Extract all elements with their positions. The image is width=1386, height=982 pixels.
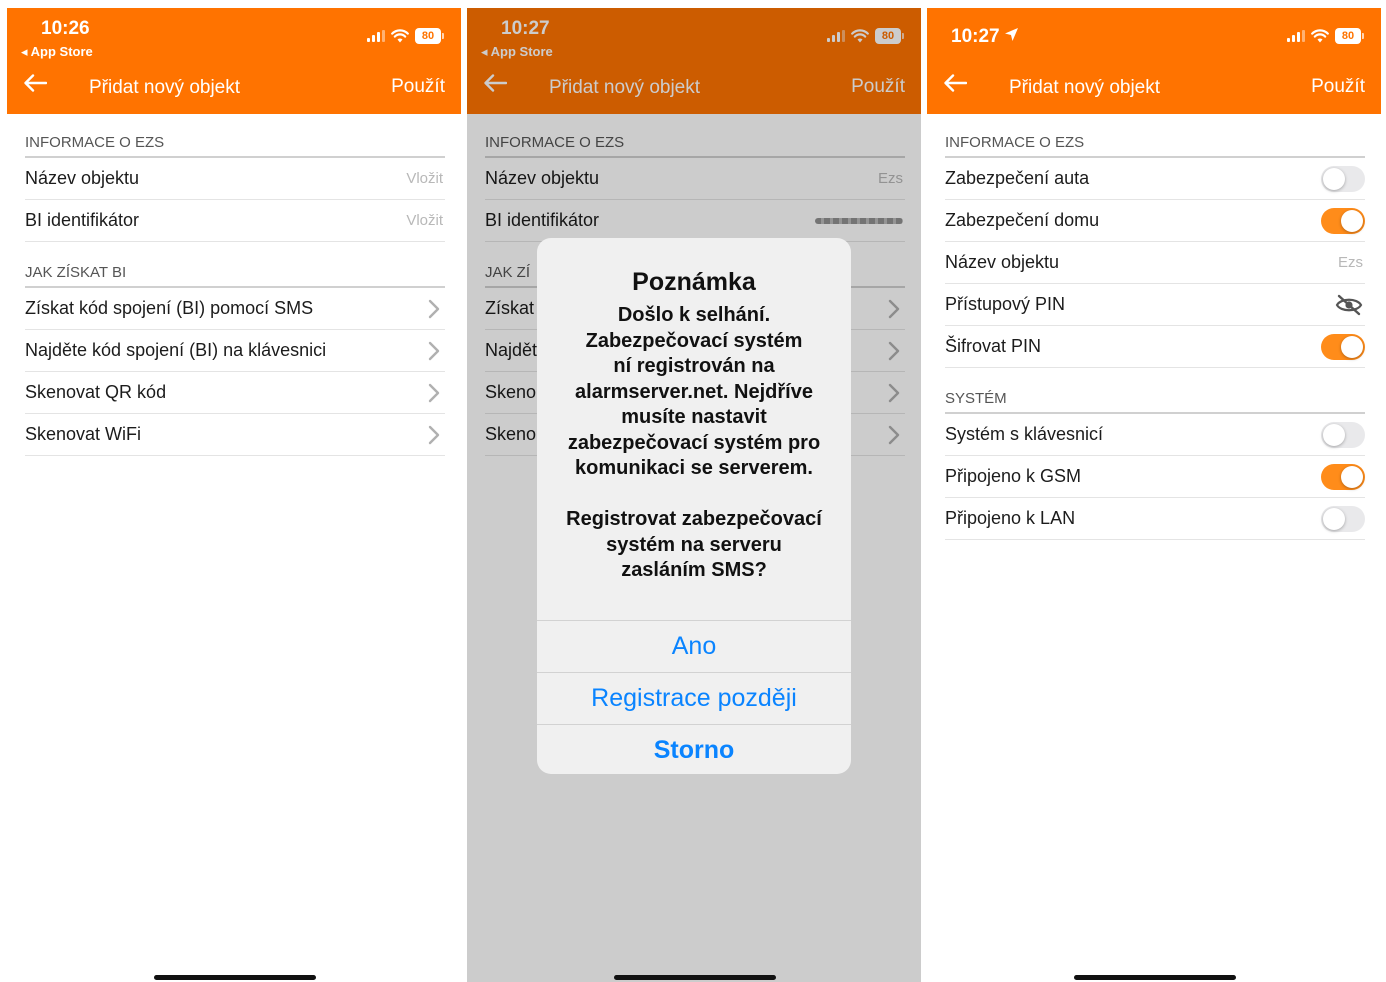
- status-icons: 80: [367, 28, 444, 44]
- screen-add-object: 10:26 ◂ App Store 80 Přidat nový objekt …: [7, 8, 461, 982]
- home-indicator[interactable]: [1074, 975, 1236, 980]
- row-bi-identifier[interactable]: BI identifikátor Vložit: [25, 200, 445, 242]
- row-keypad-system: Systém s klávesnicí: [945, 414, 1365, 456]
- status-time: 10:26: [41, 18, 90, 39]
- row-lan-connected: Připojeno k LAN: [945, 498, 1365, 540]
- row-label: Skenovat WiFi: [25, 424, 142, 444]
- screen-add-object-settings: 10:27 80 Přidat nový objekt Použít INFOR…: [927, 8, 1381, 982]
- status-icons: 80: [1287, 28, 1364, 44]
- screen-add-object-alert: 10:27 ◂ App Store 80 Přidat nový objekt …: [467, 8, 921, 982]
- row-gsm-connected: Připojeno k GSM: [945, 456, 1365, 498]
- battery-icon: 80: [1335, 28, 1364, 44]
- section-header-info: INFORMACE O EZS: [945, 114, 1365, 158]
- gsm-connected-toggle[interactable]: [1321, 463, 1365, 490]
- lan-connected-toggle[interactable]: [1321, 505, 1365, 532]
- section-header-system: SYSTÉM: [945, 368, 1365, 414]
- yes-button[interactable]: Ano: [537, 620, 851, 672]
- back-arrow-icon[interactable]: [23, 74, 47, 92]
- chevron-right-icon: [428, 425, 440, 444]
- row-find-bi-keypad[interactable]: Najděte kód spojení (BI) na klávesnici: [25, 330, 445, 372]
- wifi-icon: [391, 29, 409, 43]
- car-security-toggle[interactable]: [1321, 165, 1365, 192]
- row-access-pin[interactable]: Přístupový PIN: [945, 284, 1365, 326]
- row-home-security: Zabezpečení domu: [945, 200, 1365, 242]
- page-title: Přidat nový objekt: [1009, 77, 1161, 98]
- alert-dialog: Poznámka Došlo k selhání. Zabezpečovací …: [537, 238, 851, 774]
- chevron-right-icon: [428, 383, 440, 402]
- battery-icon: 80: [415, 28, 444, 44]
- row-label: Připojeno k LAN: [945, 508, 1076, 528]
- alert-message: Došlo k selhání. Zabezpečovací systém ní…: [566, 304, 822, 581]
- home-indicator[interactable]: [154, 975, 316, 980]
- row-label: Zabezpečení domu: [945, 210, 1100, 230]
- back-arrow-icon[interactable]: [943, 74, 967, 92]
- row-label: Systém s klávesnicí: [945, 424, 1104, 444]
- row-label: Zabezpečení auta: [945, 168, 1090, 188]
- object-name-value[interactable]: Ezs: [1338, 254, 1363, 271]
- apply-button[interactable]: Použít: [1311, 76, 1365, 98]
- page-title: Přidat nový objekt: [89, 77, 241, 98]
- apply-button[interactable]: Použít: [391, 76, 445, 98]
- home-security-toggle[interactable]: [1321, 207, 1365, 234]
- alert-title: Poznámka: [632, 268, 756, 296]
- row-scan-qr[interactable]: Skenovat QR kód: [25, 372, 445, 414]
- row-label: BI identifikátor: [25, 210, 140, 230]
- row-label: Najděte kód spojení (BI) na klávesnici: [25, 340, 327, 360]
- row-object-name[interactable]: Název objektu Vložit: [25, 158, 445, 200]
- row-label: Šifrovat PIN: [945, 336, 1042, 356]
- eye-off-icon[interactable]: [1335, 294, 1363, 316]
- bi-identifier-input[interactable]: Vložit: [406, 212, 443, 229]
- row-object-name[interactable]: Název objektu Ezs: [945, 242, 1365, 284]
- settings-list: INFORMACE O EZS Zabezpečení auta Zabezpe…: [945, 114, 1365, 540]
- chevron-right-icon: [428, 299, 440, 318]
- signal-icon: [1287, 30, 1305, 42]
- row-label: Získat kód spojení (BI) pomocí SMS: [25, 298, 314, 318]
- status-time: 10:27: [951, 26, 1019, 48]
- section-header-info: INFORMACE O EZS: [25, 114, 445, 158]
- keypad-system-toggle[interactable]: [1321, 421, 1365, 448]
- settings-list: INFORMACE O EZS Název objektu Vložit BI …: [25, 114, 445, 456]
- row-get-bi-sms[interactable]: Získat kód spojení (BI) pomocí SMS: [25, 288, 445, 330]
- wifi-icon: [1311, 29, 1329, 43]
- encrypt-pin-toggle[interactable]: [1321, 333, 1365, 360]
- cancel-button[interactable]: Storno: [537, 724, 851, 774]
- row-label: Název objektu: [945, 252, 1060, 272]
- back-to-app-store-link[interactable]: ◂ App Store: [21, 44, 93, 60]
- register-later-button[interactable]: Registrace později: [537, 672, 851, 724]
- row-scan-wifi[interactable]: Skenovat WiFi: [25, 414, 445, 456]
- row-encrypt-pin: Šifrovat PIN: [945, 326, 1365, 368]
- app-header: 10:26 ◂ App Store 80 Přidat nový objekt …: [7, 8, 461, 114]
- row-label: Přístupový PIN: [945, 294, 1066, 314]
- row-car-security: Zabezpečení auta: [945, 158, 1365, 200]
- row-label: Název objektu: [25, 168, 140, 188]
- home-indicator[interactable]: [614, 975, 776, 980]
- row-label: Připojeno k GSM: [945, 466, 1082, 486]
- location-arrow-icon: [1004, 28, 1018, 41]
- app-header: 10:27 80 Přidat nový objekt Použít: [927, 8, 1381, 114]
- signal-icon: [367, 30, 385, 42]
- object-name-input[interactable]: Vložit: [406, 170, 443, 187]
- chevron-right-icon: [428, 341, 440, 360]
- status-time-text: 10:27: [951, 26, 1000, 47]
- row-label: Skenovat QR kód: [25, 382, 167, 402]
- section-header-how: JAK ZÍSKAT BI: [25, 242, 445, 288]
